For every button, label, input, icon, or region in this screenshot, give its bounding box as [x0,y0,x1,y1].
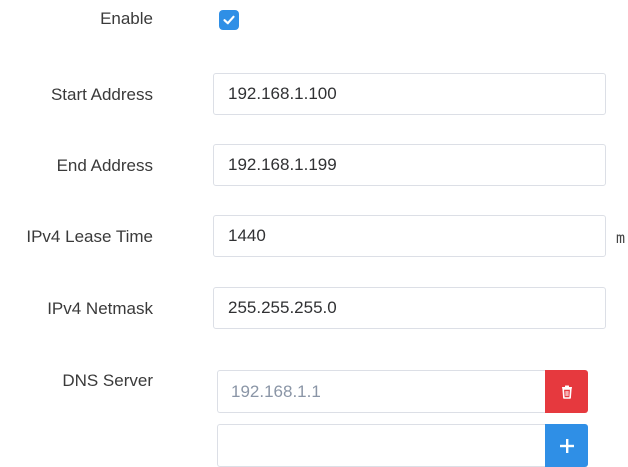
lease-time-label: IPv4 Lease Time [26,227,153,246]
start-address-input[interactable]: 192.168.1.100 [213,73,606,115]
dns-server-input-2[interactable] [217,424,545,467]
enable-checkbox[interactable] [219,10,239,30]
plus-icon [559,438,574,453]
netmask-label: IPv4 Netmask [47,299,153,318]
end-address-label: End Address [56,156,153,175]
lease-time-unit: m [616,229,626,247]
trash-icon [561,385,572,399]
delete-dns-button[interactable] [545,370,588,413]
checkmark-icon [223,15,235,25]
netmask-input[interactable]: 255.255.255.0 [213,287,606,329]
start-address-label: Start Address [50,85,153,104]
enable-label: Enable [100,9,153,28]
lease-time-input[interactable]: 1440 [213,215,606,257]
add-dns-button[interactable] [545,424,588,467]
dns-server-input-1[interactable]: 192.168.1.1 [217,370,545,413]
end-address-input[interactable]: 192.168.1.199 [213,144,606,186]
dns-server-label: DNS Server [62,371,153,390]
